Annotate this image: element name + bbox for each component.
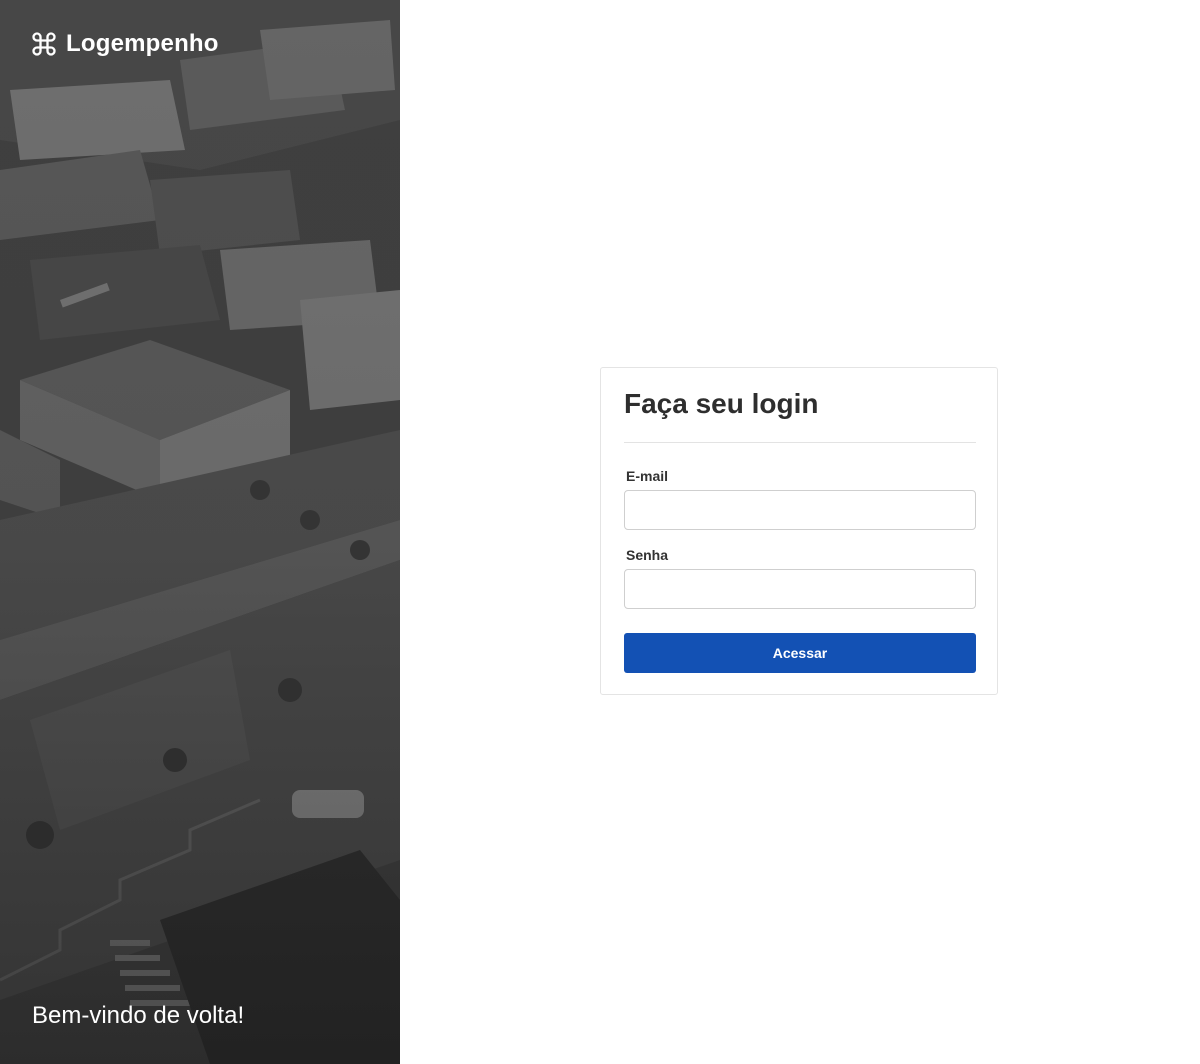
- password-label: Senha: [626, 547, 669, 563]
- hero-overlay: [0, 0, 400, 1064]
- brand-name: Logempenho: [66, 30, 219, 57]
- login-title: Faça seu login: [624, 388, 819, 419]
- login-page: Logempenho Bem-vindo de volta! Faça seu …: [0, 0, 1200, 1064]
- login-card: Faça seu login E-mail Senha Acessar: [600, 367, 998, 695]
- email-label: E-mail: [626, 468, 669, 484]
- brand-logo: Logempenho: [30, 30, 219, 58]
- main-content: Faça seu login E-mail Senha Acessar: [400, 0, 1200, 1064]
- password-field[interactable]: [624, 569, 976, 609]
- title-divider: [624, 442, 976, 443]
- login-submit-button[interactable]: Acessar: [624, 633, 976, 673]
- email-field[interactable]: [624, 490, 976, 530]
- hero-panel: Logempenho Bem-vindo de volta!: [0, 0, 400, 1064]
- welcome-message: Bem-vindo de volta!: [32, 1002, 245, 1029]
- command-icon: [32, 32, 56, 56]
